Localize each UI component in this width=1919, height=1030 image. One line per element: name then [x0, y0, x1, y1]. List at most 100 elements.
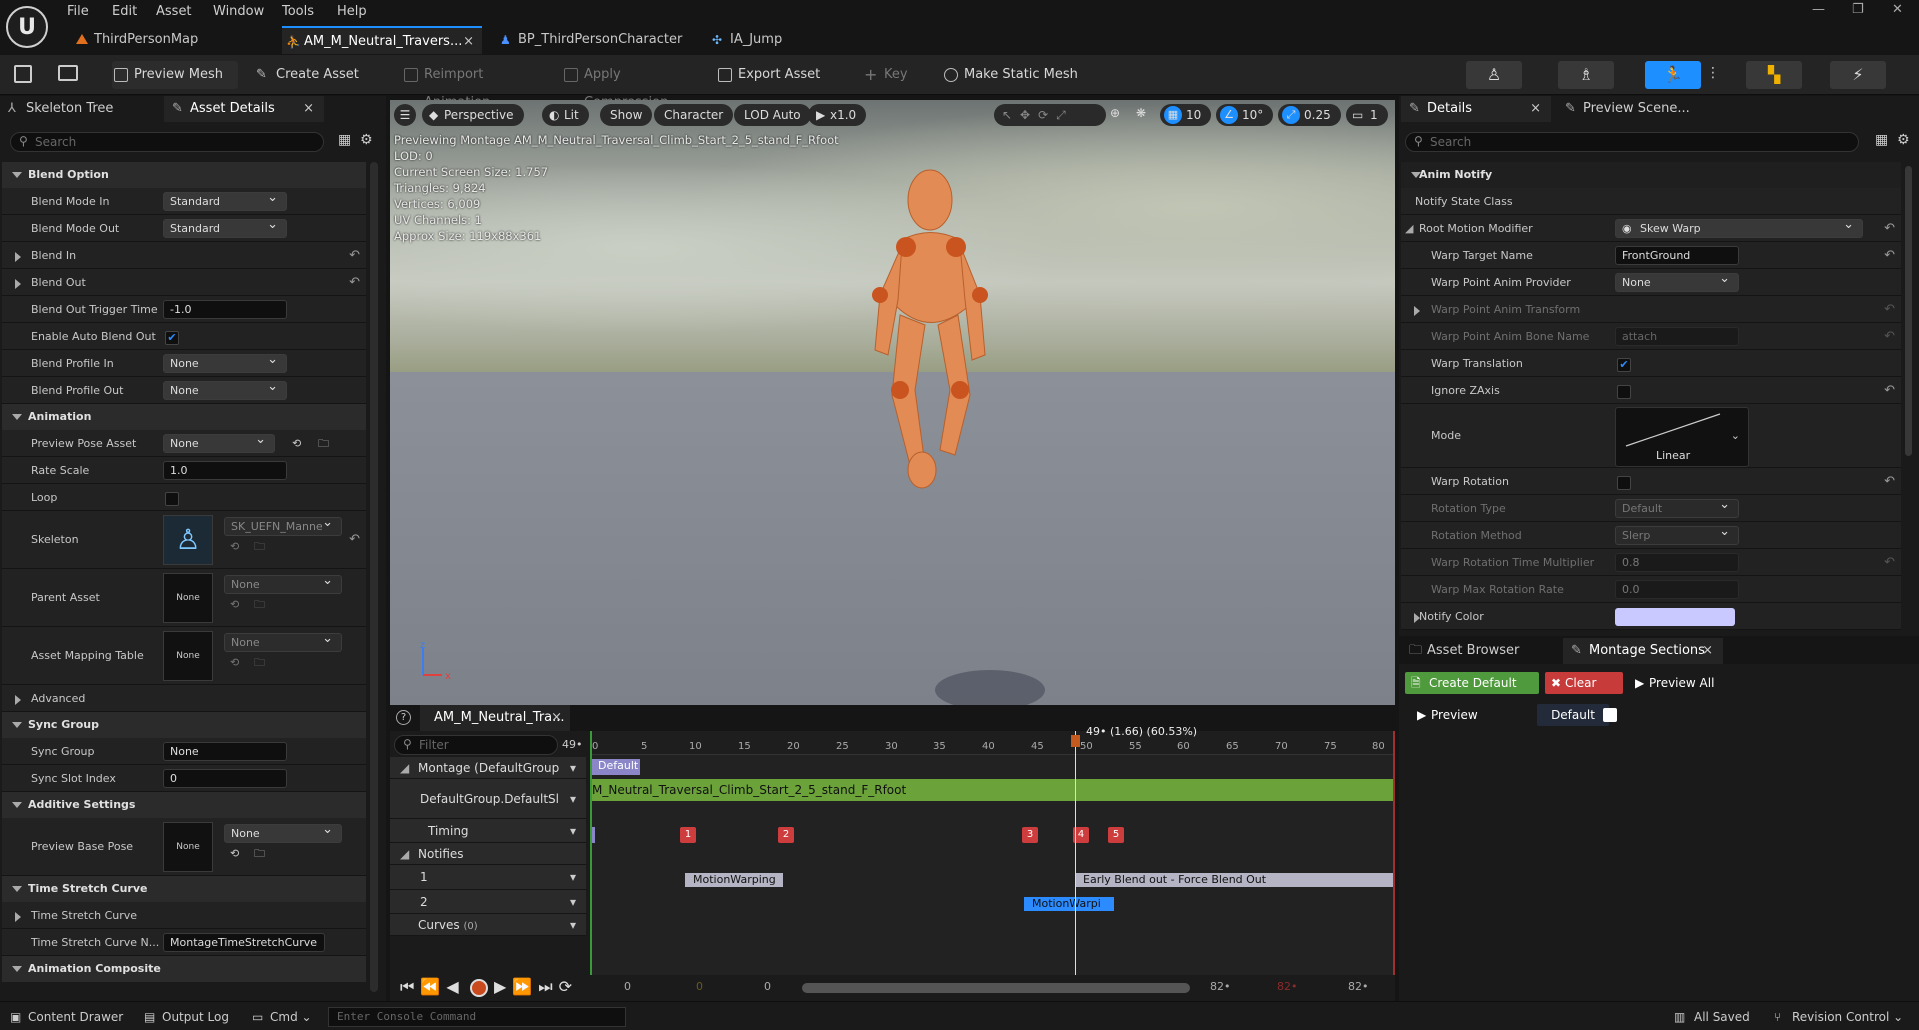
- rotation-method-select[interactable]: Slerp: [1615, 523, 1739, 545]
- browse-icon[interactable]: 🗀: [254, 840, 265, 867]
- transport-controls-icon[interactable]: ⏮⏪◀: [400, 977, 465, 997]
- track-dropdown-icon[interactable]: ▾: [570, 890, 576, 914]
- rate-scale-input[interactable]: 1.0: [163, 461, 287, 480]
- ignore-zaxis-checkbox[interactable]: [1617, 385, 1631, 399]
- reset-icon[interactable]: ↶: [1884, 549, 1895, 576]
- tab-animation-montage[interactable]: ⛹ AM_M_Neutral_Travers... ×: [282, 26, 482, 54]
- max-rotation-rate-input[interactable]: 0.0: [1615, 580, 1739, 599]
- key-button[interactable]: + Key: [862, 61, 922, 89]
- close-icon[interactable]: ×: [463, 28, 474, 56]
- mapping-table-thumbnail[interactable]: None: [163, 631, 213, 681]
- maximize-icon[interactable]: ❐: [1852, 2, 1864, 17]
- browse-icon[interactable]: 🗀: [254, 591, 265, 618]
- skeleton-mode-icon[interactable]: ♙: [1466, 61, 1522, 89]
- track-dropdown-icon[interactable]: ▾: [570, 757, 576, 779]
- timeline-area[interactable]: 0 5 10 15 20 25 30 35 40 45 50 55 60 65 …: [590, 725, 1395, 975]
- close-icon[interactable]: ×: [1702, 638, 1713, 664]
- menu-window[interactable]: Window: [213, 2, 264, 22]
- use-selected-icon[interactable]: ⟲: [292, 430, 301, 457]
- range-start[interactable]: 0: [624, 980, 631, 993]
- warp-rotation-checkbox[interactable]: [1617, 476, 1631, 490]
- category-blend-option[interactable]: Blend Option: [2, 162, 366, 188]
- tab-details[interactable]: ✎ Details ×: [1401, 96, 1551, 122]
- category-animation[interactable]: Animation: [2, 404, 366, 430]
- show-button[interactable]: Show: [600, 104, 653, 126]
- menu-edit[interactable]: Edit: [112, 2, 137, 22]
- row-advanced[interactable]: Advanced: [2, 685, 366, 712]
- warp-bone-input[interactable]: attach: [1615, 327, 1739, 346]
- tab-skeleton-tree[interactable]: ⅄ Skeleton Tree: [0, 96, 160, 122]
- loop-checkbox[interactable]: [165, 492, 179, 506]
- more-options-icon[interactable]: ⋮: [1706, 65, 1720, 81]
- create-asset-button[interactable]: ✎Create Asset ⌄: [254, 61, 372, 110]
- preview-pose-select[interactable]: None: [163, 431, 275, 453]
- scale-snap-button[interactable]: ⤢ 0.25: [1278, 104, 1341, 126]
- reimport-animation-button[interactable]: Reimport Animation: [402, 61, 552, 110]
- animation-mode-icon[interactable]: 🏃: [1645, 61, 1701, 89]
- browse-icon[interactable]: 🗀: [254, 649, 265, 676]
- reset-icon[interactable]: ↶: [349, 242, 360, 269]
- create-default-button[interactable]: 🗎 Create Default: [1405, 672, 1539, 694]
- section-default[interactable]: Default: [590, 759, 640, 775]
- character-button[interactable]: Character: [654, 104, 734, 126]
- playhead-handle[interactable]: [1071, 735, 1080, 747]
- tab-asset-details[interactable]: ✎ Asset Details ×: [164, 96, 324, 122]
- track-notifies[interactable]: ◢ Notifies: [390, 843, 586, 865]
- rotation-type-select[interactable]: Default: [1615, 496, 1739, 518]
- details-scrollbar[interactable]: [1905, 166, 1912, 456]
- preview-base-thumbnail[interactable]: None: [163, 822, 213, 872]
- blueprint-mode-icon[interactable]: ▚: [1746, 61, 1802, 89]
- trigger-time-input[interactable]: -1.0: [163, 300, 287, 319]
- reset-icon[interactable]: ↶: [349, 269, 360, 296]
- console-input[interactable]: Enter Console Command: [328, 1007, 626, 1027]
- menu-tools[interactable]: Tools: [282, 2, 314, 22]
- use-selected-icon[interactable]: ⟲: [230, 840, 239, 867]
- use-selected-icon[interactable]: ⟲: [230, 591, 239, 618]
- rotation-snap-button[interactable]: ∠ 10°: [1216, 104, 1274, 126]
- transform-tools[interactable]: ↖✥⟳⤢: [994, 104, 1106, 126]
- record-icon[interactable]: [470, 979, 488, 997]
- all-saved-button[interactable]: ▥ All Saved: [1672, 1007, 1750, 1027]
- save-icon[interactable]: [14, 65, 32, 83]
- reset-icon[interactable]: ↶: [349, 526, 360, 553]
- surface-snap-icon[interactable]: ❋: [1136, 106, 1146, 120]
- track-timing[interactable]: Timing ▾: [390, 819, 586, 843]
- timing-marker-3[interactable]: 3: [1022, 827, 1038, 843]
- work-range-start[interactable]: 0: [696, 980, 703, 993]
- blend-profile-out-select[interactable]: None: [163, 378, 287, 400]
- curve-name-input[interactable]: MontageTimeStretchCurve: [163, 933, 325, 952]
- revision-control-button[interactable]: ⑂ Revision Control ⌄: [1772, 1007, 1903, 1027]
- playhead-line[interactable]: [1075, 731, 1076, 975]
- menu-asset[interactable]: Asset: [156, 2, 192, 22]
- track-notify-2[interactable]: 2 ▾: [390, 890, 586, 914]
- track-slot[interactable]: DefaultGroup.DefaultSl ▾: [390, 779, 586, 819]
- category-time-stretch-curve[interactable]: Time Stretch Curve: [2, 876, 366, 902]
- timing-marker-5[interactable]: 5: [1108, 827, 1124, 843]
- view-range-end[interactable]: 82•: [1210, 980, 1231, 993]
- mapping-table-select[interactable]: None: [224, 630, 342, 652]
- playback-speed-button[interactable]: ▶ x1.0: [808, 104, 867, 126]
- warp-translation-checkbox[interactable]: ✔: [1617, 358, 1631, 372]
- preview-base-select[interactable]: None: [224, 821, 342, 843]
- close-window-icon[interactable]: ✕: [1892, 2, 1903, 17]
- grid-view-icon[interactable]: ▦: [338, 132, 351, 148]
- clear-button[interactable]: ✖ Clear: [1545, 672, 1623, 694]
- row-time-stretch-curve[interactable]: Time Stretch Curve: [2, 902, 366, 929]
- notify-early-blend-out[interactable]: Early Blend out - Force Blend Out: [1075, 873, 1395, 887]
- view-range-start[interactable]: 0: [764, 980, 771, 993]
- skeleton-select[interactable]: SK_UEFN_Manne: [224, 517, 342, 536]
- collapse-icon[interactable]: ◢: [1405, 215, 1413, 242]
- use-selected-icon[interactable]: ⟲: [230, 533, 239, 560]
- auto-blend-checkbox[interactable]: ✔: [165, 331, 179, 345]
- filter-input[interactable]: ⚲ Filter: [394, 735, 558, 755]
- close-icon[interactable]: ×: [1530, 96, 1541, 122]
- browse-icon[interactable]: [58, 65, 78, 81]
- tab-thirdpersonmap[interactable]: ThirdPersonMap: [72, 26, 272, 54]
- row-blend-in[interactable]: Blend In ↶: [2, 242, 366, 269]
- row-blend-out[interactable]: Blend Out ↶: [2, 269, 366, 296]
- viewport-menu-icon[interactable]: ☰: [394, 104, 416, 126]
- blend-mode-out-select[interactable]: Standard: [163, 216, 287, 238]
- export-asset-button[interactable]: Export Asset ⌄: [716, 61, 834, 110]
- reset-icon[interactable]: ↶: [1884, 377, 1895, 404]
- tab-bp-thirdpersoncharacter[interactable]: ♟ BP_ThirdPersonCharacter: [496, 26, 696, 54]
